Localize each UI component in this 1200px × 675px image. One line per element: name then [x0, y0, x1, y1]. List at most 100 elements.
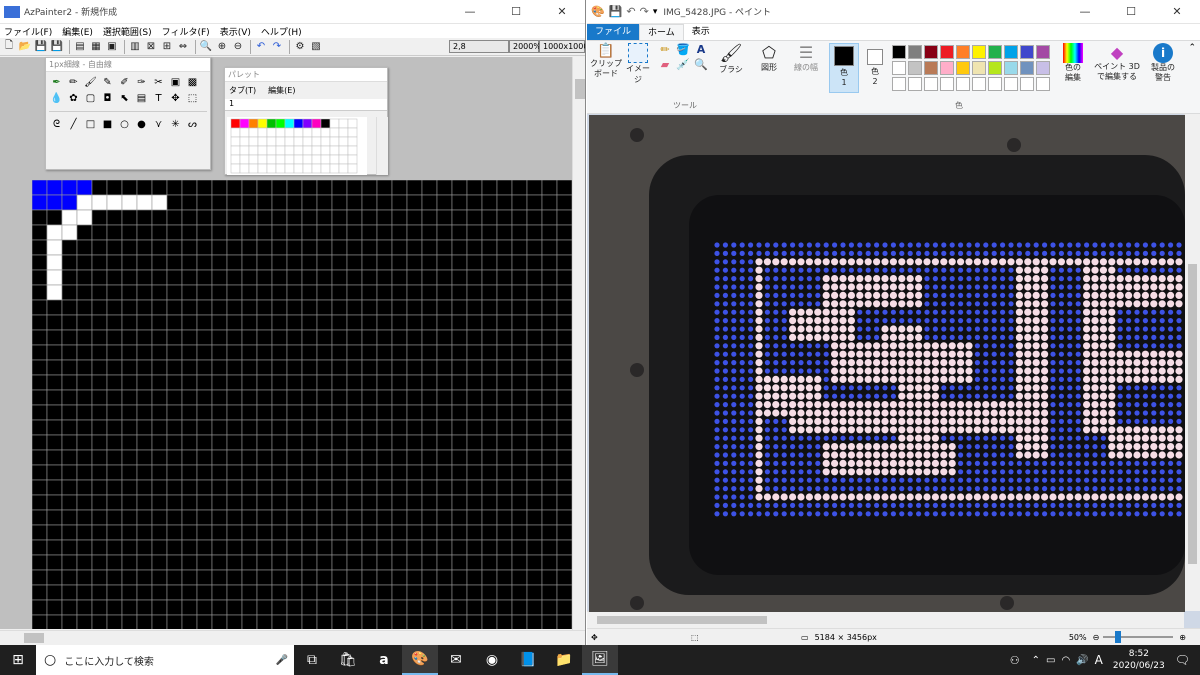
pixel-cell[interactable] — [181, 194, 198, 211]
circle-fill-icon[interactable]: ● — [134, 117, 149, 132]
pixel-cell[interactable] — [196, 254, 213, 271]
pixel-cell[interactable] — [391, 254, 408, 271]
pixel-cell[interactable] — [271, 539, 288, 556]
pixel-cell[interactable] — [331, 524, 348, 541]
marker-icon[interactable]: ✎ — [100, 75, 115, 90]
palette-swatch[interactable] — [230, 118, 241, 129]
pixel-cell[interactable] — [271, 344, 288, 361]
pixel-cell[interactable] — [196, 180, 213, 196]
pixel-cell[interactable] — [466, 284, 483, 301]
pixel-cell[interactable] — [61, 569, 78, 586]
pixel-cell[interactable] — [481, 494, 498, 511]
pixel-cell[interactable] — [361, 284, 378, 301]
pixel-cell[interactable] — [481, 269, 498, 286]
pixel-cell[interactable] — [496, 194, 513, 211]
pixel-cell[interactable] — [196, 194, 213, 211]
palette-swatch[interactable] — [347, 145, 358, 156]
pixel-cell[interactable] — [241, 344, 258, 361]
pixel-cell[interactable] — [331, 479, 348, 496]
color-swatch[interactable] — [892, 77, 906, 91]
pixel-cell[interactable] — [256, 269, 273, 286]
search-box[interactable]: ○ ここに入力して検索 🎤 — [36, 645, 294, 675]
pixel-cell[interactable] — [271, 419, 288, 436]
pixel-cell[interactable] — [331, 494, 348, 511]
pixel-cell[interactable] — [541, 209, 558, 226]
microphone-icon[interactable]: 🎤 — [276, 655, 288, 666]
pixel-cell[interactable] — [61, 359, 78, 376]
palette-swatch[interactable] — [266, 145, 277, 156]
save-as-icon[interactable]: 💾 — [50, 40, 64, 54]
pixel-cell[interactable] — [32, 299, 48, 316]
color-swatch[interactable] — [924, 61, 938, 75]
pixel-cell[interactable] — [61, 599, 78, 616]
pixel-cell[interactable] — [556, 209, 572, 226]
pixel-cell[interactable] — [391, 539, 408, 556]
palette-swatch[interactable] — [347, 163, 358, 174]
pixel-cell[interactable] — [211, 494, 228, 511]
pen-icon[interactable]: ✒ — [49, 75, 64, 90]
pixel-cell[interactable] — [91, 389, 108, 406]
pixel-cell[interactable] — [481, 464, 498, 481]
pixel-cell[interactable] — [241, 509, 258, 526]
undo-icon[interactable]: ↶ — [254, 40, 268, 54]
pixel-cell[interactable] — [436, 449, 453, 466]
pixel-cell[interactable] — [151, 209, 168, 226]
pixel-cell[interactable] — [151, 299, 168, 316]
menu-help[interactable]: ヘルプ(H) — [261, 25, 302, 38]
pixel-cell[interactable] — [181, 224, 198, 241]
pixel-cell[interactable] — [361, 180, 378, 196]
pixel-cell[interactable] — [481, 599, 498, 616]
color-swatch[interactable] — [1020, 45, 1034, 59]
pixel-cell[interactable] — [466, 344, 483, 361]
pixel-cell[interactable] — [376, 314, 393, 331]
pixel-cell[interactable] — [541, 569, 558, 586]
pixel-cell[interactable] — [496, 344, 513, 361]
pixel-cell[interactable] — [406, 584, 423, 601]
pixel-cell[interactable] — [136, 194, 153, 211]
pixel-cell[interactable] — [526, 434, 543, 451]
radial-icon[interactable]: ✳ — [168, 117, 183, 132]
line-width-group[interactable]: ☰ 線の幅 — [790, 43, 822, 73]
palette-swatch[interactable] — [239, 127, 250, 138]
pixel-cell[interactable] — [136, 224, 153, 241]
pixel-cell[interactable] — [61, 389, 78, 406]
pixel-cell[interactable] — [136, 374, 153, 391]
pixel-cell[interactable] — [511, 224, 528, 241]
pixel-cell[interactable] — [256, 584, 273, 601]
pixel-cell[interactable] — [526, 554, 543, 571]
pixel-cell[interactable] — [451, 494, 468, 511]
pixel-cell[interactable] — [136, 509, 153, 526]
pixel-cell[interactable] — [376, 494, 393, 511]
pixel-cell[interactable] — [541, 419, 558, 436]
pixel-cell[interactable] — [436, 479, 453, 496]
pixel-cell[interactable] — [211, 359, 228, 376]
pixel-cell[interactable] — [32, 209, 48, 226]
pixel-cell[interactable] — [406, 299, 423, 316]
palette-menu-edit[interactable]: 編集(E) — [268, 85, 295, 96]
pixel-cell[interactable] — [32, 254, 48, 271]
pixel-cell[interactable] — [511, 209, 528, 226]
pixel-cell[interactable] — [32, 569, 48, 586]
pixel-cell[interactable] — [106, 449, 123, 466]
pixel-cell[interactable] — [121, 329, 138, 346]
pixel-cell[interactable] — [391, 344, 408, 361]
pixel-cell[interactable] — [241, 209, 258, 226]
pixel-cell[interactable] — [211, 584, 228, 601]
pixel-cell[interactable] — [121, 239, 138, 256]
pixel-cell[interactable] — [466, 494, 483, 511]
pixel-cell[interactable] — [286, 284, 303, 301]
pixel-cell[interactable] — [136, 284, 153, 301]
pixel-cell[interactable] — [32, 269, 48, 286]
pixel-cell[interactable] — [106, 329, 123, 346]
pixel-cell[interactable] — [436, 464, 453, 481]
color1-button[interactable]: 色 1 — [829, 43, 859, 93]
pixel-cell[interactable] — [271, 614, 288, 629]
pixel-cell[interactable] — [46, 269, 63, 286]
color-swatch[interactable] — [956, 45, 970, 59]
palette-swatch[interactable] — [302, 136, 313, 147]
pixel-cell[interactable] — [496, 254, 513, 271]
palette-swatch[interactable] — [239, 136, 250, 147]
polyline-icon[interactable]: ⋎ — [151, 117, 166, 132]
pixel-cell[interactable] — [301, 404, 318, 421]
pixel-cell[interactable] — [32, 539, 48, 556]
